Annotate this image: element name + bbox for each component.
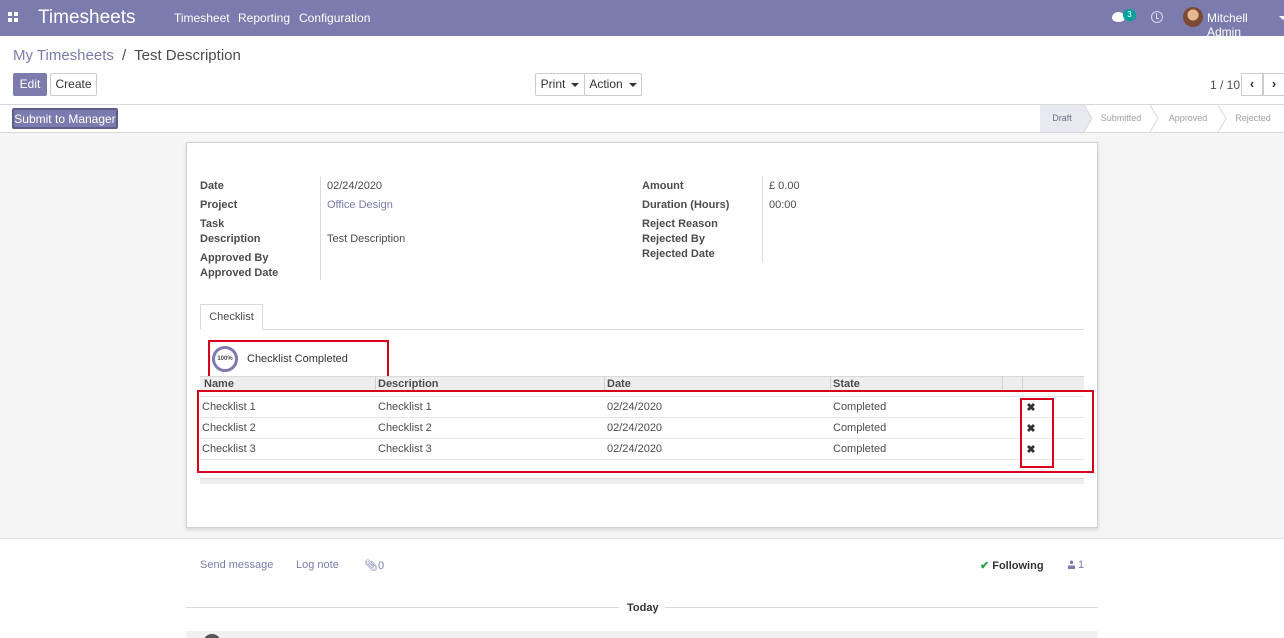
field-label-amount: Amount [642,180,684,192]
print-dropdown[interactable]: Print [535,73,585,96]
breadcrumb-parent[interactable]: My Timesheets [13,47,114,64]
paperclip-icon: 📎︎ [364,560,378,572]
field-value-description[interactable]: Test Description [327,233,405,245]
attachments-button[interactable]: 📎︎0 [364,559,384,572]
checklist-status-text: Checklist Completed [247,353,348,365]
pager-next-button[interactable]: › [1263,73,1284,96]
tab-checklist[interactable]: Checklist [200,304,263,330]
apps-grid-icon[interactable] [8,12,18,22]
top-navbar: Timesheets Timesheet Reporting Configura… [0,0,1284,39]
stage-approved[interactable]: Approved [1158,105,1218,132]
submit-to-manager-button[interactable]: Submit to Manager [12,108,118,129]
action-label: Action [589,77,623,91]
highlight-box-delete [1020,398,1054,468]
field-value-project[interactable]: Office Design [327,199,393,211]
user-menu-name[interactable]: Mitchell Admin [1207,11,1284,39]
column-header-name[interactable]: Name [204,378,234,390]
column-header-date[interactable]: Date [607,378,631,390]
action-dropdown[interactable]: Action [584,73,642,96]
field-value-date[interactable]: 02/24/2020 [327,180,382,192]
highlight-box-rows [197,390,1094,473]
print-caret-icon [571,82,580,87]
following-button[interactable]: ✔ Following [980,559,1044,572]
menu-reporting[interactable]: Reporting [238,11,290,25]
field-label-approved-by: Approved By [200,252,269,264]
menu-configuration[interactable]: Configuration [299,11,370,25]
breadcrumb-separator: / [122,47,127,64]
date-separator-line [665,607,1098,608]
pager-value[interactable]: 1 / 10 [1210,78,1240,92]
column-header-state[interactable]: State [833,378,860,390]
field-label-reject-reason: Reject Reason [642,218,718,230]
log-note-button[interactable]: Log note [296,559,339,571]
followers-button[interactable]: 1 [1068,559,1084,571]
field-value-amount[interactable]: £ 0.00 [769,180,800,192]
create-button[interactable]: Create [50,73,97,96]
user-menu-caret-icon[interactable] [1279,16,1284,20]
date-separator-label: Today [627,602,659,614]
stage-draft: Draft [1040,105,1084,132]
message-item [186,631,1098,638]
action-caret-icon [628,82,637,87]
breadcrumb: My Timesheets / Test Description [13,47,241,64]
user-avatar[interactable] [1183,7,1203,27]
print-label: Print [540,77,566,91]
messages-count-badge: 3 [1123,9,1136,21]
send-message-button[interactable]: Send message [200,559,273,571]
notebook-tab-underline [200,329,1084,330]
activity-clock-icon[interactable] [1151,11,1163,23]
checklist-progress-ring: 100% [212,346,238,372]
field-label-project: Project [200,199,238,211]
user-icon [1068,560,1075,569]
field-label-approved-date: Approved Date [200,267,279,279]
following-label: Following [992,560,1044,572]
field-label-rejected-date: Rejected Date [642,248,715,260]
field-label-rejected-by: Rejected By [642,233,705,245]
pager-previous-button[interactable]: ‹ [1241,73,1263,96]
edit-button[interactable]: Edit [13,73,47,96]
check-icon: ✔ [980,560,990,572]
column-header-description[interactable]: Description [378,378,439,390]
field-value-duration[interactable]: 00:00 [769,199,797,211]
breadcrumb-current: Test Description [134,47,241,64]
stage-submitted[interactable]: Submitted [1092,105,1150,132]
field-label-description: Description [200,233,261,245]
right-group-divider [762,176,763,262]
date-separator-line [186,607,619,608]
attachments-count: 0 [377,560,385,572]
left-group-divider [320,176,321,280]
field-label-task: Task [200,218,225,230]
field-label-duration: Duration (Hours) [642,199,730,211]
field-label-date: Date [200,180,224,192]
app-brand[interactable]: Timesheets [38,7,136,29]
stage-rejected[interactable]: Rejected [1226,105,1280,132]
checklist-table-footer [200,478,1084,484]
menu-timesheet[interactable]: Timesheet [174,11,230,25]
followers-count: 1 [1078,559,1085,571]
